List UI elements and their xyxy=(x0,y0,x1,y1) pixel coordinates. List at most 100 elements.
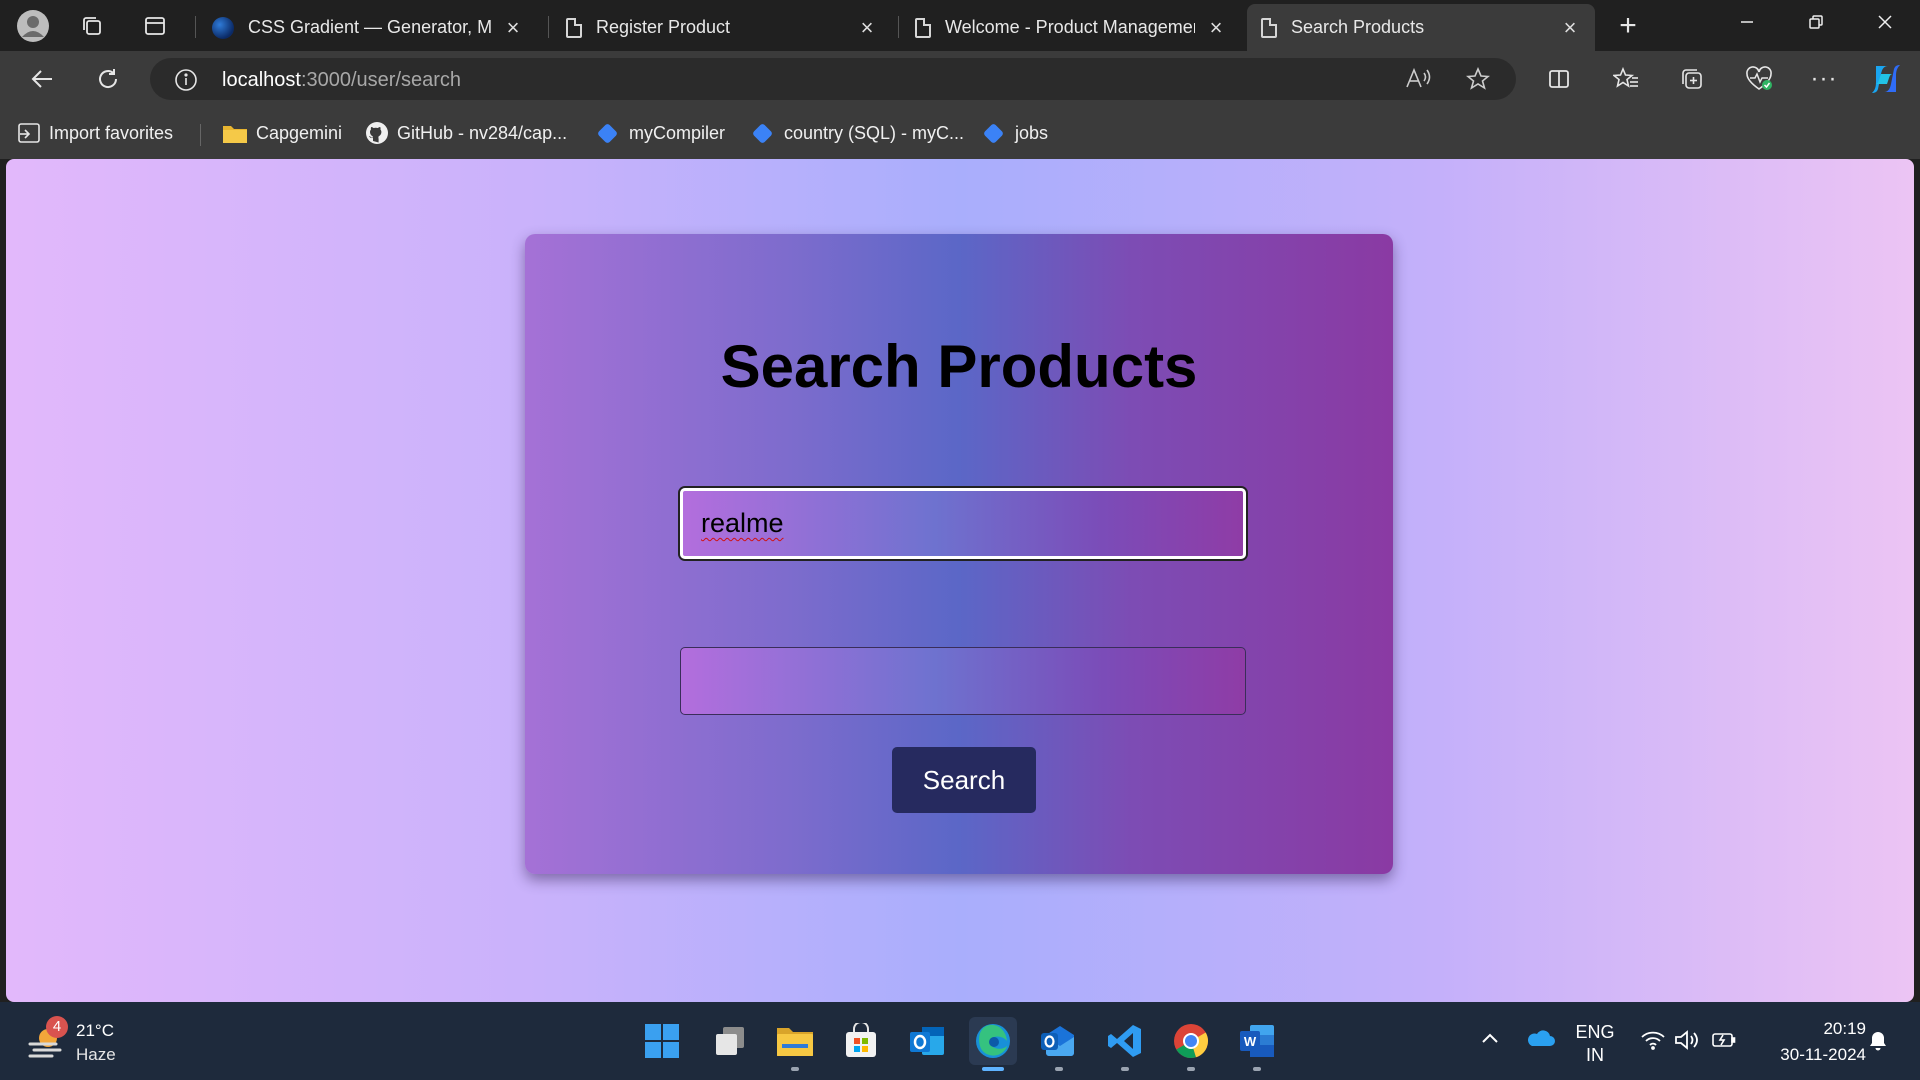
region-code: IN xyxy=(1586,1045,1604,1065)
tab-strip: CSS Gradient — Generator, Maker, and Bac… xyxy=(0,0,1920,51)
language-indicator[interactable]: ENG IN xyxy=(1570,1022,1620,1066)
svg-text:W: W xyxy=(1244,1034,1257,1049)
page-title: Search Products xyxy=(720,333,1198,400)
tab-welcome[interactable]: Welcome - Product Management × xyxy=(901,4,1241,51)
favorites-divider xyxy=(200,124,201,146)
favorite-capgemini[interactable]: Capgemini xyxy=(222,119,342,147)
running-indicator xyxy=(1187,1067,1195,1071)
running-indicator xyxy=(982,1067,1004,1071)
restore-icon[interactable] xyxy=(1782,0,1850,44)
search-button[interactable]: Search xyxy=(892,747,1036,813)
language-code: ENG xyxy=(1575,1022,1615,1042)
microsoft-store-icon[interactable] xyxy=(837,1017,885,1065)
page-viewport: Search Products Search by Name: realme S… xyxy=(6,159,1914,1002)
file-explorer-icon[interactable] xyxy=(771,1017,819,1071)
collections-icon[interactable] xyxy=(1672,59,1712,99)
mycompiler-icon xyxy=(751,122,776,144)
tab-title: Search Products xyxy=(1291,17,1425,37)
onedrive-icon[interactable] xyxy=(1525,1027,1555,1054)
clock[interactable]: 20:19 30-11-2024 xyxy=(1756,1019,1866,1065)
word-icon[interactable]: W xyxy=(1233,1017,1281,1071)
new-tab-icon[interactable]: + xyxy=(1608,6,1648,46)
running-indicator xyxy=(1121,1067,1129,1071)
favorite-country-sql[interactable]: country (SQL) - myC... xyxy=(751,119,964,147)
tab-title: CSS Gradient — Generator, Maker, and Bac… xyxy=(248,17,492,37)
profile-avatar-icon[interactable] xyxy=(13,6,53,46)
favorite-label: GitHub - nv284/cap... xyxy=(397,122,568,143)
start-icon[interactable] xyxy=(638,1017,686,1065)
favorite-label: country (SQL) - myC... xyxy=(784,122,965,143)
page-icon xyxy=(915,17,931,38)
minimize-icon[interactable] xyxy=(1713,0,1781,44)
search-category-input[interactable] xyxy=(680,647,1246,715)
favorite-label: myCompiler xyxy=(629,122,726,143)
clock-date: 30-11-2024 xyxy=(1780,1045,1866,1064)
folder-icon xyxy=(222,122,248,144)
copilot-icon[interactable] xyxy=(1866,59,1906,99)
tab-register-product[interactable]: Register Product × xyxy=(552,4,892,51)
search-name-value: realme xyxy=(701,508,784,538)
github-icon xyxy=(365,121,389,145)
tab-css-gradient[interactable]: CSS Gradient — Generator, Maker, and Bac… xyxy=(198,4,538,51)
tab-separator xyxy=(548,16,549,38)
close-tab-icon[interactable]: × xyxy=(502,15,524,40)
clock-time: 20:19 xyxy=(1823,1019,1866,1038)
battery-icon[interactable] xyxy=(1711,1029,1737,1056)
windows-taskbar: 4 21°C Haze W ENG IN 20:19 30-11-2024 xyxy=(0,1002,1920,1080)
mycompiler-icon xyxy=(596,122,621,144)
weather-temp: 21°C xyxy=(76,1021,114,1040)
favorite-star-icon[interactable] xyxy=(1465,66,1491,96)
close-tab-icon[interactable]: × xyxy=(1559,15,1581,40)
favorite-label: jobs xyxy=(1015,122,1049,143)
vertical-tabs-icon[interactable] xyxy=(135,6,175,46)
refresh-icon[interactable] xyxy=(88,59,128,99)
wifi-icon[interactable] xyxy=(1640,1029,1666,1056)
tab-title: Register Product xyxy=(596,17,731,37)
close-window-icon[interactable] xyxy=(1851,0,1919,44)
search-name-input[interactable]: realme xyxy=(680,488,1246,559)
chrome-icon[interactable] xyxy=(1167,1017,1215,1071)
weather-widget[interactable]: 4 21°C Haze xyxy=(22,1016,132,1066)
task-view-icon[interactable] xyxy=(706,1017,754,1065)
site-info-icon[interactable] xyxy=(174,68,198,97)
workspaces-icon[interactable] xyxy=(72,6,112,46)
favorite-jobs[interactable]: jobs xyxy=(982,119,1048,147)
close-tab-icon[interactable]: × xyxy=(856,15,878,40)
volume-icon[interactable] xyxy=(1674,1029,1700,1056)
browser-toolbar: localhost:3000/user/search ··· xyxy=(0,51,1920,107)
edge-icon[interactable] xyxy=(969,1017,1017,1071)
back-icon[interactable] xyxy=(22,59,62,99)
favorite-github[interactable]: GitHub - nv284/cap... xyxy=(365,119,567,147)
tab-search-products[interactable]: Search Products × xyxy=(1247,4,1595,51)
browser-essentials-icon[interactable] xyxy=(1739,59,1779,99)
page-icon xyxy=(566,17,582,38)
outlook-new-icon[interactable] xyxy=(1035,1017,1083,1071)
url-path: :3000/user/search xyxy=(300,69,462,91)
favorite-import[interactable]: Import favorites xyxy=(17,119,173,147)
tab-title: Welcome - Product Management xyxy=(945,17,1195,37)
close-tab-icon[interactable]: × xyxy=(1205,15,1227,40)
mycompiler-icon xyxy=(982,122,1007,144)
running-indicator xyxy=(791,1067,799,1071)
show-hidden-icons[interactable] xyxy=(1480,1028,1500,1053)
favorite-mycompiler[interactable]: myCompiler xyxy=(596,119,725,147)
notifications-bell-icon[interactable] xyxy=(1866,1029,1890,1058)
url-host: localhost xyxy=(222,69,301,91)
gradient-logo-icon xyxy=(212,16,234,39)
running-indicator xyxy=(1253,1067,1261,1071)
address-bar[interactable]: localhost:3000/user/search xyxy=(150,58,1516,100)
outlook-icon[interactable] xyxy=(903,1017,951,1065)
favorite-label: Import favorites xyxy=(49,122,174,143)
search-card: Search Products Search by Name: realme S… xyxy=(525,234,1393,874)
favorite-label: Capgemini xyxy=(256,122,343,143)
page-icon xyxy=(1261,17,1277,38)
split-screen-icon[interactable] xyxy=(1539,59,1579,99)
more-options-icon[interactable]: ··· xyxy=(1804,59,1844,99)
favorites-bar: Import favorites Capgemini GitHub - nv28… xyxy=(0,107,1920,159)
favorites-icon[interactable] xyxy=(1606,59,1646,99)
tab-separator xyxy=(195,16,196,38)
vscode-icon[interactable] xyxy=(1101,1017,1149,1071)
read-aloud-icon[interactable] xyxy=(1405,67,1431,97)
url-text[interactable]: localhost:3000/user/search xyxy=(222,69,461,92)
import-icon xyxy=(17,122,41,144)
